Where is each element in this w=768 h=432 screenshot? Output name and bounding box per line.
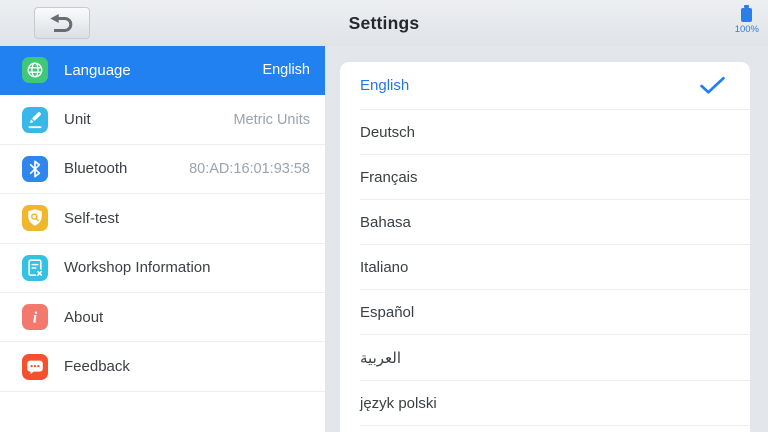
sidebar-item-label: Bluetooth <box>64 160 127 177</box>
language-list-card: English Deutsch Français Bahasa Italiano <box>340 62 750 432</box>
sidebar-item-value: 80:AD:16:01:93:58 <box>189 161 310 177</box>
language-option-label: Deutsch <box>360 124 415 141</box>
globe-icon <box>22 57 48 83</box>
sidebar-item-unit[interactable]: Unit Metric Units <box>0 95 325 144</box>
language-option-label: Italiano <box>360 259 408 276</box>
sidebar-item-about[interactable]: i About <box>0 293 325 342</box>
battery-indicator: 100% <box>735 5 759 35</box>
settings-screen: Settings 100% Language English <box>0 0 768 432</box>
language-option-label: العربية <box>360 349 401 367</box>
battery-percent: 100% <box>735 24 759 35</box>
sidebar-item-label: Self-test <box>64 210 119 227</box>
chat-bubble-icon <box>22 354 48 380</box>
sidebar-item-self-test[interactable]: Self-test <box>0 194 325 243</box>
language-option-arabic[interactable]: العربية <box>340 335 750 380</box>
sidebar-item-label: Feedback <box>64 358 130 375</box>
sidebar-item-label: Unit <box>64 111 91 128</box>
language-option-label: English <box>360 77 409 94</box>
sidebar-item-feedback[interactable]: Feedback <box>0 342 325 391</box>
language-option-label: Español <box>360 304 414 321</box>
bluetooth-icon <box>22 156 48 182</box>
sidebar-item-value: English <box>262 62 310 78</box>
page-title: Settings <box>0 0 768 46</box>
language-option-label: Bahasa <box>360 214 411 231</box>
sidebar-item-workshop-information[interactable]: Workshop Information <box>0 244 325 293</box>
language-option-italiano[interactable]: Italiano <box>340 245 750 290</box>
language-option-francais[interactable]: Français <box>340 155 750 200</box>
language-option-english[interactable]: English <box>340 62 750 110</box>
language-option-polish[interactable]: język polski <box>340 381 750 426</box>
language-option-label: język polski <box>360 395 437 412</box>
pencil-icon <box>22 107 48 133</box>
check-icon <box>699 76 726 95</box>
info-icon: i <box>22 304 48 330</box>
sidebar-item-language[interactable]: Language English <box>0 46 325 95</box>
document-x-icon <box>22 255 48 281</box>
sidebar-item-bluetooth[interactable]: Bluetooth 80:AD:16:01:93:58 <box>0 145 325 194</box>
language-option-bahasa[interactable]: Bahasa <box>340 200 750 245</box>
header-bar: Settings 100% <box>0 0 768 46</box>
content-area: Language English Unit Metric Units <box>0 46 768 432</box>
language-panel-area: English Deutsch Français Bahasa Italiano <box>325 46 768 432</box>
language-option-espanol[interactable]: Español <box>340 290 750 335</box>
language-option-deutsch[interactable]: Deutsch <box>340 110 750 155</box>
sidebar-item-label: Language <box>64 62 131 79</box>
language-option-label: Français <box>360 169 418 186</box>
sidebar-item-label: Workshop Information <box>64 259 210 276</box>
sidebar-item-label: About <box>64 309 103 326</box>
settings-sidebar: Language English Unit Metric Units <box>0 46 325 432</box>
sidebar-item-value: Metric Units <box>233 112 310 128</box>
svg-text:i: i <box>33 310 38 327</box>
shield-search-icon <box>22 205 48 231</box>
